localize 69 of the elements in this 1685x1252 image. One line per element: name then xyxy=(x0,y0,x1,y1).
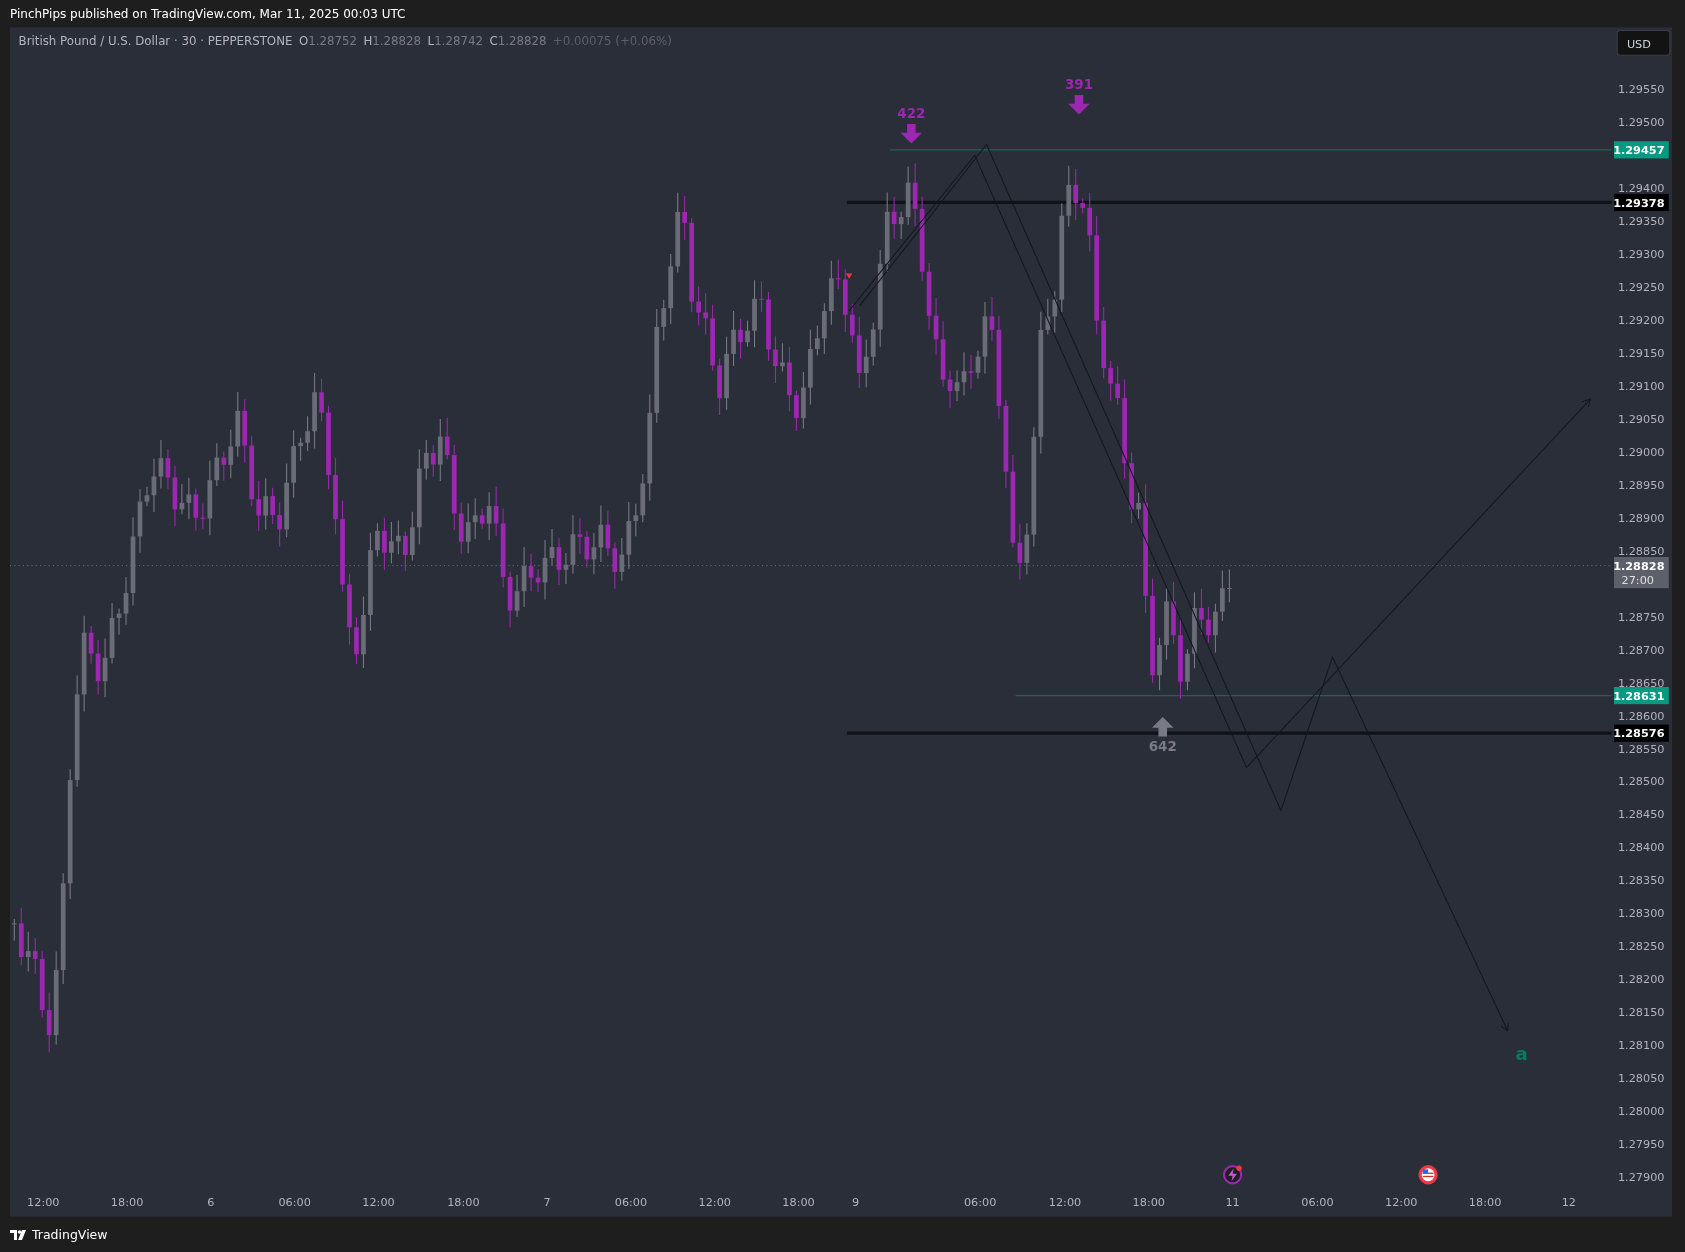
price-tick: 1.28100 xyxy=(1617,1039,1665,1053)
price-tick: 1.27950 xyxy=(1617,1138,1665,1152)
price-tick: 1.28350 xyxy=(1617,874,1665,888)
level-line[interactable] xyxy=(1014,694,1612,697)
price-tick: 1.28450 xyxy=(1617,808,1665,822)
price-tick: 1.29150 xyxy=(1617,346,1665,360)
price-tick: 1.28850 xyxy=(1617,544,1665,558)
wave-label: a xyxy=(1515,1042,1528,1064)
time-label: 12:00 xyxy=(27,1195,60,1209)
price-tick: 1.29500 xyxy=(1617,115,1665,129)
price-tick: 1.28200 xyxy=(1617,973,1665,987)
time-label: 18:00 xyxy=(1132,1195,1166,1209)
current-price-tag: 1.28828 27:00 xyxy=(1613,557,1669,589)
time-label: 12 xyxy=(1561,1195,1577,1209)
price-tick: 1.29250 xyxy=(1617,280,1665,294)
publish-info: PinchPips published on TradingView.com, Mar 11, 2025 00:03 UTC xyxy=(10,6,406,21)
pivot-count-label: 422 xyxy=(897,105,926,121)
time-label: 06:00 xyxy=(278,1195,311,1209)
time-label: 12:00 xyxy=(698,1195,731,1209)
time-label: 18:00 xyxy=(110,1195,144,1209)
pivot-count-label: 642 xyxy=(1148,739,1177,755)
price-tick: 1.29200 xyxy=(1617,313,1665,327)
time-label: 7 xyxy=(543,1195,551,1209)
time-label: 18:00 xyxy=(447,1195,480,1209)
pivot-count-label: 391 xyxy=(1064,76,1093,92)
currency-button[interactable]: USD xyxy=(1616,30,1671,56)
price-tick: 1.28550 xyxy=(1617,742,1665,756)
time-label: 6 xyxy=(207,1195,215,1209)
time-label: 06:00 xyxy=(963,1195,997,1209)
price-tick: 1.28050 xyxy=(1617,1072,1665,1086)
price-tick: 1.28250 xyxy=(1617,940,1665,954)
price-tick: 1.28600 xyxy=(1617,709,1665,723)
time-label: 06:00 xyxy=(1301,1195,1334,1209)
price-tick: 1.28900 xyxy=(1617,511,1665,525)
time-label: 11 xyxy=(1225,1195,1240,1209)
price-tag: 1.28631 xyxy=(1613,687,1669,705)
zigzag-projection-line[interactable] xyxy=(859,143,1509,1032)
time-label: 06:00 xyxy=(614,1195,648,1209)
logo-icon xyxy=(10,1229,28,1240)
time-label: 12:00 xyxy=(1385,1195,1418,1209)
zigzag-projection-line[interactable] xyxy=(848,154,1591,769)
price-tick: 1.28300 xyxy=(1617,907,1665,921)
price-tick: 1.28700 xyxy=(1617,643,1665,657)
price-tick: 1.29000 xyxy=(1617,445,1665,459)
price-tick: 1.29100 xyxy=(1617,379,1665,393)
time-label: 18:00 xyxy=(1468,1195,1502,1209)
price-tick: 1.28150 xyxy=(1617,1006,1665,1020)
lightning-icon[interactable] xyxy=(1222,1165,1243,1185)
price-tick: 1.28000 xyxy=(1617,1105,1665,1119)
time-label: 12:00 xyxy=(362,1195,395,1209)
price-tick: 1.28950 xyxy=(1617,478,1665,492)
price-tick: 1.29350 xyxy=(1617,214,1665,228)
price-tick: 1.27900 xyxy=(1617,1171,1665,1185)
price-tick: 1.28750 xyxy=(1617,610,1665,624)
flag-icon[interactable] xyxy=(1418,1165,1438,1185)
price-tick: 1.29550 xyxy=(1617,82,1665,96)
price-tick: 1.29400 xyxy=(1617,181,1665,195)
price-tick: 1.28500 xyxy=(1617,775,1665,789)
time-label: 18:00 xyxy=(782,1195,815,1209)
price-tag: 1.29457 xyxy=(1613,141,1669,159)
time-label: 12:00 xyxy=(1048,1195,1082,1209)
price-tick: 1.28400 xyxy=(1617,841,1665,855)
price-tick: 1.28650 xyxy=(1617,676,1665,690)
time-label: 9 xyxy=(851,1195,860,1209)
brand-name: TradingView xyxy=(32,1227,108,1242)
triangle-marker-icon xyxy=(845,273,853,279)
price-tick: 1.29050 xyxy=(1617,412,1665,426)
level-line[interactable] xyxy=(846,200,1612,205)
price-tick: 1.29300 xyxy=(1617,247,1665,261)
